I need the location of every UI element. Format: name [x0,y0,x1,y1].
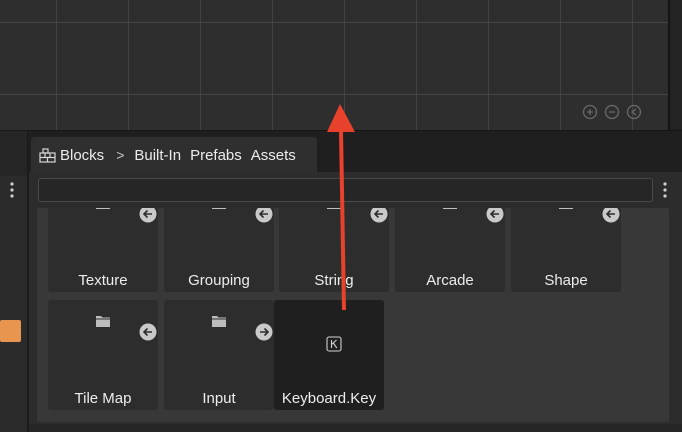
folder-icon [212,316,226,327]
tab-bar: Blocks > Built-In Prefabs Assets [29,130,682,173]
tile-string[interactable]: String [279,208,389,292]
tile-label: Arcade [426,272,474,289]
arrow-left-icon[interactable] [255,208,273,223]
tile-label: Texture [78,272,128,289]
breadcrumb-item-assets[interactable]: Assets [251,147,296,164]
tile-texture[interactable]: Texture [48,208,158,292]
zoom-out-icon[interactable] [604,104,620,120]
blocks-icon [39,147,56,163]
tile-label: Tile Map [74,390,132,407]
tile-label: String [314,272,354,289]
zoom-controls [582,104,642,120]
folder-icon [559,208,573,209]
tile-label: Grouping [188,272,250,289]
arrow-left-icon[interactable] [602,208,620,223]
blocks-grid[interactable]: Texture Grouping String Arcade Shape Til… [37,208,669,422]
arrow-left-icon[interactable] [370,208,388,223]
tile-shape[interactable]: Shape [511,208,621,292]
left-panel-header [0,130,27,176]
left-kebab-menu-icon[interactable] [8,181,16,199]
tile-keyboard-key[interactable]: Keyboard.Key [274,300,384,410]
breadcrumb: Blocks > Built-In Prefabs Assets [31,137,317,173]
canvas-viewport[interactable] [0,0,668,130]
arrow-right-icon[interactable] [255,323,273,341]
blocks-panel: Blocks > Built-In Prefabs Assets Texture… [29,130,682,432]
zoom-reset-icon[interactable] [626,104,642,120]
breadcrumb-item-built-in[interactable]: Built-In [134,147,181,164]
folder-icon [212,208,226,209]
folder-icon [96,316,110,327]
tile-label: Shape [544,272,588,289]
tile-grouping[interactable]: Grouping [164,208,274,292]
arrow-left-icon[interactable] [139,208,157,223]
breadcrumb-item-prefabs[interactable]: Prefabs [190,147,242,164]
breadcrumb-root[interactable]: Blocks [60,147,104,164]
zoom-in-icon[interactable] [582,104,598,120]
breadcrumb-separator: > [116,147,125,163]
selected-item-marker[interactable] [0,320,21,342]
folder-icon [443,208,457,209]
key-k-icon [326,336,342,352]
panel-kebab-menu-icon[interactable] [661,181,669,199]
tile-tile-map[interactable]: Tile Map [48,300,158,410]
tile-label: Input [202,390,236,407]
folder-icon [96,208,110,209]
arrow-left-icon[interactable] [139,323,157,341]
tile-arcade[interactable]: Arcade [395,208,505,292]
search-input[interactable] [38,178,653,202]
viewport-scrollbar[interactable] [668,0,682,130]
arrow-left-icon[interactable] [486,208,504,223]
left-panel [0,130,28,432]
folder-icon [327,208,341,209]
panel-bottom-strip [29,424,682,432]
tile-input[interactable]: Input [164,300,274,410]
tile-label: Keyboard.Key [281,390,377,407]
